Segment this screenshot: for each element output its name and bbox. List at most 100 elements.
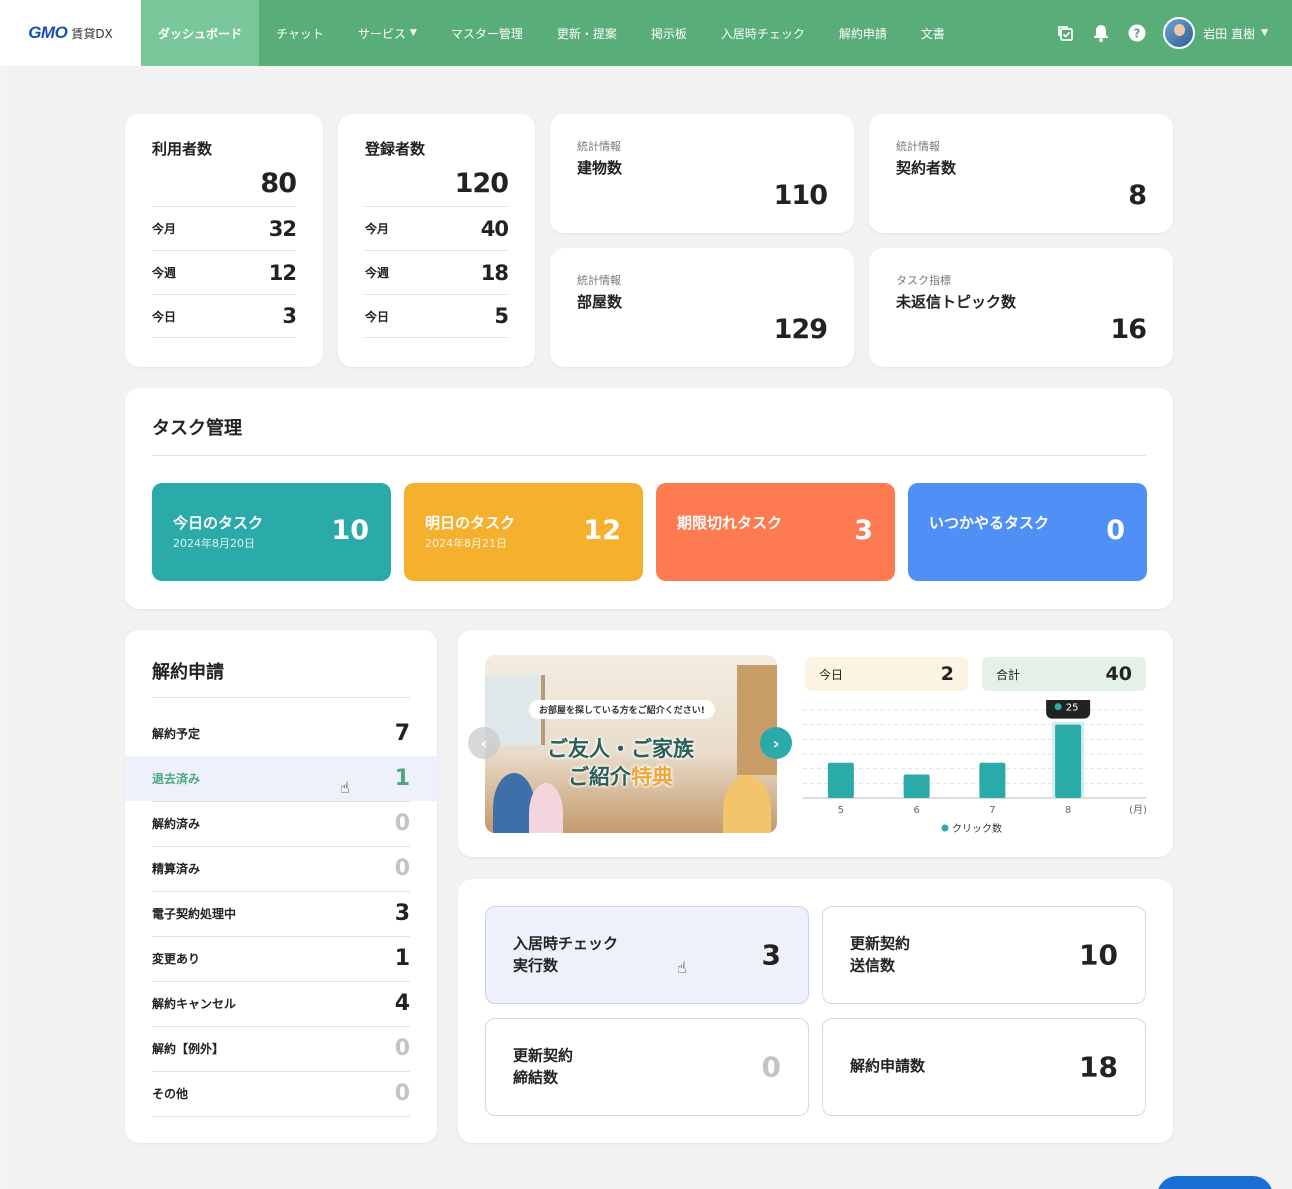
svg-text:?: ?	[1134, 27, 1141, 41]
cancellation-row[interactable]: 解約キャンセル 4	[125, 981, 437, 1026]
row-label: 変更あり	[152, 952, 201, 966]
tooltip-dot	[1054, 703, 1062, 711]
task-overdue[interactable]: 期限切れタスク 3	[656, 483, 895, 581]
contractor-count-card: 統計情報 契約者数 8	[869, 114, 1173, 233]
cancellation-row[interactable]: 解約済み 0	[125, 801, 437, 846]
users-total: 80	[260, 168, 297, 199]
room-count-card: 統計情報 部屋数 129	[550, 248, 854, 367]
nav-item-master[interactable]: マスター管理	[434, 0, 540, 66]
card-value: 8	[1128, 180, 1147, 211]
cancellation-row[interactable]: その他 0	[125, 1071, 437, 1116]
cancellation-row[interactable]: 電子契約処理中 3	[125, 891, 437, 936]
card-caption: タスク指標	[896, 274, 951, 287]
avatar[interactable]	[1163, 17, 1196, 49]
bar	[827, 762, 854, 798]
card-caption: 統計情報	[577, 274, 621, 287]
tick-label: 6	[913, 805, 919, 816]
banner-shelf	[737, 665, 777, 775]
nav-right: ? 岩田 直樹 ▼	[1055, 0, 1268, 66]
row-value: 3	[394, 901, 410, 926]
brand-name: GMO	[28, 23, 68, 42]
nav-item-renewal[interactable]: 更新・提案	[540, 0, 634, 66]
pointer-cursor-icon: ☝	[677, 958, 687, 977]
banner-headline: ご友人・ご家族	[547, 737, 694, 761]
cancellation-row[interactable]: 解約予定 7	[125, 711, 437, 756]
task-someday[interactable]: いつかやるタスク 0	[908, 483, 1147, 581]
banner-person	[723, 775, 771, 833]
users-row-month: 今月 32	[152, 206, 297, 250]
today-clicks-pill: 今日 2	[805, 657, 968, 691]
row-label: 電子契約処理中	[152, 907, 237, 921]
task-today[interactable]: 今日のタスク 2024年8月20日 10	[152, 483, 391, 581]
tooltip-value: 25	[1066, 703, 1079, 714]
divider	[152, 455, 1146, 456]
nav-item-cancellation[interactable]: 解約申請	[822, 0, 904, 66]
cancellation-row[interactable]: 解約【例外】 0	[125, 1026, 437, 1071]
banner-subheadline: ご紹介特典	[568, 765, 673, 789]
building-count-card: 統計情報 建物数 110	[550, 114, 854, 233]
registered-row-today: 今日 5	[365, 294, 509, 338]
row-label: 精算済み	[152, 862, 201, 876]
nav-item-dashboard[interactable]: ダッシュボード	[141, 0, 260, 66]
top-nav: GMO 賃貸DX ダッシュボード チャット サービス ▼ マスター管理 更新・提案…	[0, 0, 1292, 66]
brand-logo[interactable]: GMO 賃貸DX	[0, 0, 141, 66]
tick-label: 7	[989, 805, 995, 816]
tick-label: 5	[838, 805, 844, 816]
row-label: 退去済み	[152, 772, 201, 786]
row-label: 解約キャンセル	[152, 997, 237, 1011]
carousel-prev-button[interactable]: ‹	[468, 727, 500, 759]
help-icon[interactable]: ?	[1127, 23, 1147, 43]
brand-sub: 賃貸DX	[71, 26, 113, 41]
cancellation-row[interactable]: 退去済み 1	[125, 756, 437, 801]
caret-down-icon: ▼	[1261, 28, 1268, 38]
task-tomorrow[interactable]: 明日のタスク 2024年8月21日 12	[404, 483, 643, 581]
banner-tag: お部屋を探している方をご紹介ください!	[529, 700, 715, 719]
nav-item-service[interactable]: サービス ▼	[341, 0, 434, 66]
referral-banner[interactable]: お部屋を探している方をご紹介ください! ご友人・ご家族 ご紹介特典	[485, 655, 777, 833]
bar	[1055, 724, 1082, 798]
bar	[979, 762, 1006, 798]
card-title: 未返信トピック数	[896, 293, 1017, 311]
user-name: 岩田 直樹	[1203, 26, 1256, 41]
metric-cell[interactable]: 更新契約 送信数 10	[822, 906, 1146, 1004]
users-row-today: 今日 3	[152, 294, 297, 338]
metric-cell[interactable]: 入居時チェック 実行数 3	[485, 906, 809, 1004]
floating-action-button[interactable]	[1157, 1176, 1273, 1189]
task-management-card: タスク管理 今日のタスク 2024年8月20日 10 明日のタスク 2024年8…	[125, 388, 1173, 609]
nav-item-chat[interactable]: チャット	[259, 0, 341, 66]
nav-menu: ダッシュボード チャット サービス ▼ マスター管理 更新・提案 掲示板 入居時チ…	[141, 0, 962, 66]
row-label: 解約済み	[152, 817, 201, 831]
card-caption: 統計情報	[577, 140, 621, 153]
row-value: 7	[394, 721, 410, 746]
click-chart: 5 6 7 8 25 (月) クリック数	[803, 700, 1147, 835]
nav-item-board[interactable]: 掲示板	[634, 0, 704, 66]
cancellation-card: 解約申請 解約予定 7 退去済み 1 解約済み 0 精算済み 0 電子契約処理中 3 変更あり 1 解約…	[125, 630, 437, 1143]
users-card: 利用者数 80 今月 32 今週 12 今日 3	[125, 114, 323, 367]
metric-label: 更新契約 締結数	[513, 1046, 574, 1086]
metric-cell[interactable]: 解約申請数 18	[822, 1018, 1146, 1116]
card-value: 16	[1110, 314, 1147, 345]
copy-check-icon[interactable]	[1055, 23, 1075, 43]
card-title: 建物数	[577, 159, 623, 177]
tick-label: 8	[1065, 805, 1071, 816]
row-value: 0	[394, 811, 410, 836]
nav-item-move-in-check[interactable]: 入居時チェック	[704, 0, 822, 66]
unreplied-topics-card: タスク指標 未返信トピック数 16	[869, 248, 1173, 367]
row-label: その他	[152, 1087, 189, 1101]
user-menu[interactable]: 岩田 直樹 ▼	[1203, 25, 1268, 42]
nav-item-documents[interactable]: 文書	[904, 0, 962, 66]
carousel-next-button[interactable]: ›	[760, 727, 792, 759]
metric-value: 10	[1079, 938, 1118, 972]
cancellation-row[interactable]: 精算済み 0	[125, 846, 437, 891]
users-row-week: 今週 12	[152, 250, 297, 294]
bell-icon[interactable]	[1091, 23, 1111, 43]
pointer-cursor-icon: ☝	[340, 778, 350, 797]
registered-row-week: 今週 18	[365, 250, 509, 294]
users-title: 利用者数	[152, 140, 213, 158]
banner-chart-card: お部屋を探している方をご紹介ください! ご友人・ご家族 ご紹介特典 ‹ › 今日…	[458, 630, 1173, 857]
divider	[152, 1116, 410, 1117]
card-value: 110	[773, 180, 828, 211]
total-clicks-pill: 合計 40	[982, 657, 1146, 691]
metric-cell[interactable]: 更新契約 締結数 0	[485, 1018, 809, 1116]
cancellation-row[interactable]: 変更あり 1	[125, 936, 437, 981]
